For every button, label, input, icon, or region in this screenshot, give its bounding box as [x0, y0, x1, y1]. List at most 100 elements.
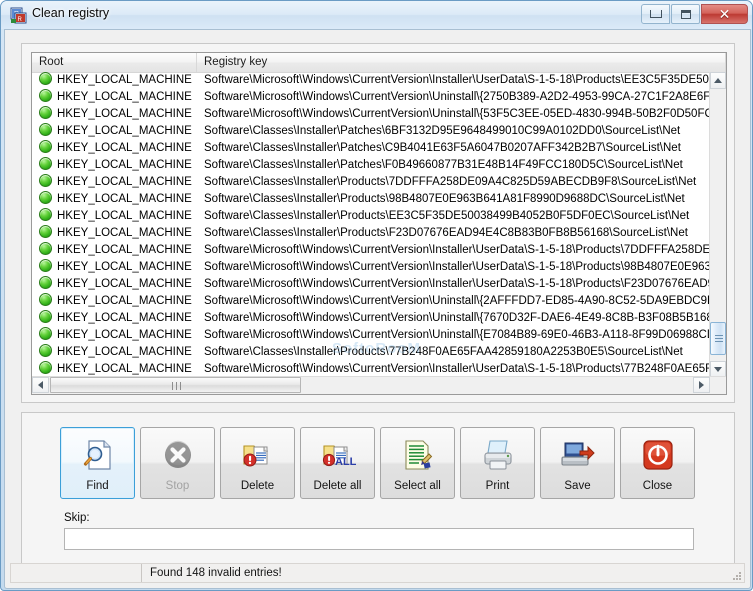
- stop-button: Stop: [140, 427, 215, 499]
- cell-registry-key: Software\Microsoft\Windows\CurrentVersio…: [197, 242, 711, 259]
- cell-registry-key: Software\Microsoft\Windows\CurrentVersio…: [197, 327, 711, 344]
- cell-registry-key: Software\Classes\Installer\Products\7DDF…: [197, 174, 711, 191]
- results-panel: Root Registry key HKEY_LOCAL_MACHINESoft…: [21, 43, 735, 403]
- root-text: HKEY_LOCAL_MACHINE: [57, 312, 192, 324]
- find-button[interactable]: Find: [60, 427, 135, 499]
- button-label: Print: [461, 480, 534, 492]
- root-text: HKEY_LOCAL_MACHINE: [57, 74, 192, 86]
- scrollbar-corner: [710, 377, 726, 394]
- scroll-right-button[interactable]: [693, 377, 710, 393]
- column-header-registry-key[interactable]: Registry key: [197, 53, 726, 72]
- table-row[interactable]: HKEY_LOCAL_MACHINE Software\Microsoft\Win…: [32, 106, 711, 123]
- cell-root: HKEY_LOCAL_MACHINE: [32, 157, 197, 174]
- table-row[interactable]: HKEY_LOCAL_MACHINESoftware\Microsoft\Win…: [32, 310, 711, 327]
- cell-registry-key: Software\Classes\Installer\Patches\C9B40…: [197, 140, 711, 157]
- close-button[interactable]: Close: [620, 427, 695, 499]
- save-disk-icon: [560, 437, 596, 473]
- table-row[interactable]: HKEY_LOCAL_MACHINESoftware\Classes\Insta…: [32, 344, 711, 361]
- cell-root: HKEY_LOCAL_MACHINE: [32, 242, 197, 259]
- close-button[interactable]: ✕: [701, 4, 748, 24]
- title-bar: R R Clean registry ✕: [1, 1, 752, 29]
- clean-registry-window: R R Clean registry ✕ Root Registry key H…: [0, 0, 753, 591]
- button-label: Find: [61, 480, 134, 492]
- status-bullet-icon: [39, 344, 52, 357]
- registry-list[interactable]: Root Registry key HKEY_LOCAL_MACHINESoft…: [31, 52, 727, 395]
- skip-input[interactable]: [64, 528, 694, 550]
- select-all-document-icon: [400, 437, 436, 473]
- table-row[interactable]: HKEY_LOCAL_MACHINESoftware\Microsoft\Win…: [32, 89, 711, 106]
- column-header-root[interactable]: Root: [32, 53, 197, 72]
- toolbar-buttons: Find Stop Delete: [60, 427, 695, 499]
- status-bullet-icon: [39, 225, 52, 238]
- cell-root: HKEY_LOCAL_MACHINE: [32, 276, 197, 293]
- cell-root: HKEY_LOCAL_MACHINE: [32, 310, 197, 327]
- svg-text:R: R: [18, 17, 23, 23]
- print-button[interactable]: Print: [460, 427, 535, 499]
- horizontal-scrollbar-thumb[interactable]: [50, 377, 301, 393]
- root-text: HKEY_LOCAL_MACHINE: [57, 244, 192, 256]
- table-row[interactable]: HKEY_LOCAL_MACHINESoftware\Microsoft\Win…: [32, 327, 711, 344]
- svg-text:ALL: ALL: [335, 456, 356, 468]
- root-text: HKEY_LOCAL_MACHINE: [57, 346, 192, 358]
- cell-registry-key: Software\Classes\Installer\Products\EE3C…: [197, 208, 711, 225]
- cell-registry-key: Software\Classes\Installer\Patches\F0B49…: [197, 157, 711, 174]
- list-body[interactable]: HKEY_LOCAL_MACHINESoftware\Microsoft\Win…: [32, 72, 711, 378]
- cell-root: HKEY_LOCAL_MACHINE: [32, 106, 197, 123]
- delete-all-button[interactable]: ALL Delete all: [300, 427, 375, 499]
- save-button[interactable]: Save: [540, 427, 615, 499]
- scroll-up-button[interactable]: [710, 72, 726, 89]
- button-label: Save: [541, 480, 614, 492]
- root-text: HKEY_LOCAL_MACHINE: [57, 108, 192, 120]
- button-label: Delete all: [301, 480, 374, 492]
- status-bullet-icon: [39, 72, 52, 85]
- minimize-button[interactable]: [641, 4, 670, 24]
- select-all-button[interactable]: Select all: [380, 427, 455, 499]
- delete-button[interactable]: Delete: [220, 427, 295, 499]
- cell-registry-key: Software\Microsoft\Windows\CurrentVersio…: [197, 293, 711, 310]
- maximize-button[interactable]: [671, 4, 700, 24]
- table-row[interactable]: HKEY_LOCAL_MACHINESoftware\Microsoft\Win…: [32, 276, 711, 293]
- cell-registry-key: Software\Classes\Installer\Products\F23D…: [197, 225, 711, 242]
- table-row[interactable]: HKEY_LOCAL_MACHINE Software\Microsoft\Win…: [32, 72, 711, 89]
- table-row[interactable]: HKEY_LOCAL_MACHINE Software\Classes\Insta…: [32, 157, 711, 174]
- skip-label: Skip:: [64, 512, 90, 524]
- printer-icon: [480, 437, 516, 473]
- scroll-left-button[interactable]: [32, 377, 49, 393]
- button-label: Delete: [221, 480, 294, 492]
- vertical-scrollbar[interactable]: [709, 72, 726, 378]
- cell-root: HKEY_LOCAL_MACHINE: [32, 72, 197, 89]
- root-text: HKEY_LOCAL_MACHINE: [57, 295, 192, 307]
- client-area: Root Registry key HKEY_LOCAL_MACHINESoft…: [4, 29, 751, 589]
- table-row[interactable]: HKEY_LOCAL_MACHINESoftware\Classes\Insta…: [32, 225, 711, 242]
- cell-registry-key: Software\Microsoft\Windows\CurrentVersio…: [197, 106, 711, 123]
- status-bullet-icon: [39, 310, 52, 323]
- table-row[interactable]: HKEY_LOCAL_MACHINESoftware\Classes\Insta…: [32, 191, 711, 208]
- find-document-magnifier-icon: [80, 437, 116, 473]
- vertical-scrollbar-thumb[interactable]: [710, 322, 726, 355]
- cell-root: HKEY_LOCAL_MACHINE: [32, 89, 197, 106]
- actions-panel: Find Stop Delete: [21, 412, 735, 579]
- root-text: HKEY_LOCAL_MACHINE: [57, 159, 192, 171]
- cell-root: HKEY_LOCAL_MACHINE: [32, 123, 197, 140]
- cell-registry-key: Software\Microsoft\Windows\CurrentVersio…: [197, 276, 711, 293]
- status-bullet-icon: [39, 276, 52, 289]
- button-label: Select all: [381, 480, 454, 492]
- cell-registry-key: Software\Classes\Installer\Products\98B4…: [197, 191, 711, 208]
- status-bullet-icon: [39, 157, 52, 170]
- status-bullet-icon: [39, 242, 52, 255]
- table-row[interactable]: HKEY_LOCAL_MACHINESoftware\Microsoft\Win…: [32, 259, 711, 276]
- horizontal-scrollbar[interactable]: [32, 376, 726, 394]
- cell-root: HKEY_LOCAL_MACHINE: [32, 259, 197, 276]
- table-row[interactable]: HKEY_LOCAL_MACHINE Software\Microsoft\Win…: [32, 293, 711, 310]
- cell-registry-key: Software\Microsoft\Windows\CurrentVersio…: [197, 89, 711, 106]
- table-row[interactable]: HKEY_LOCAL_MACHINESoftware\Classes\Insta…: [32, 174, 711, 191]
- stop-x-circle-icon: [160, 437, 196, 473]
- resize-grip-icon[interactable]: [731, 570, 741, 580]
- cell-registry-key: Software\Microsoft\Windows\CurrentVersio…: [197, 72, 711, 89]
- table-row[interactable]: HKEY_LOCAL_MACHINESoftware\Classes\Insta…: [32, 123, 711, 140]
- table-row[interactable]: HKEY_LOCAL_MACHINE Software\Microsoft\Win…: [32, 242, 711, 259]
- table-row[interactable]: HKEY_LOCAL_MACHINESoftware\Classes\Insta…: [32, 208, 711, 225]
- table-row[interactable]: HKEY_LOCAL_MACHINESoftware\Classes\Insta…: [32, 140, 711, 157]
- window-controls: ✕: [640, 4, 748, 25]
- root-text: HKEY_LOCAL_MACHINE: [57, 261, 192, 273]
